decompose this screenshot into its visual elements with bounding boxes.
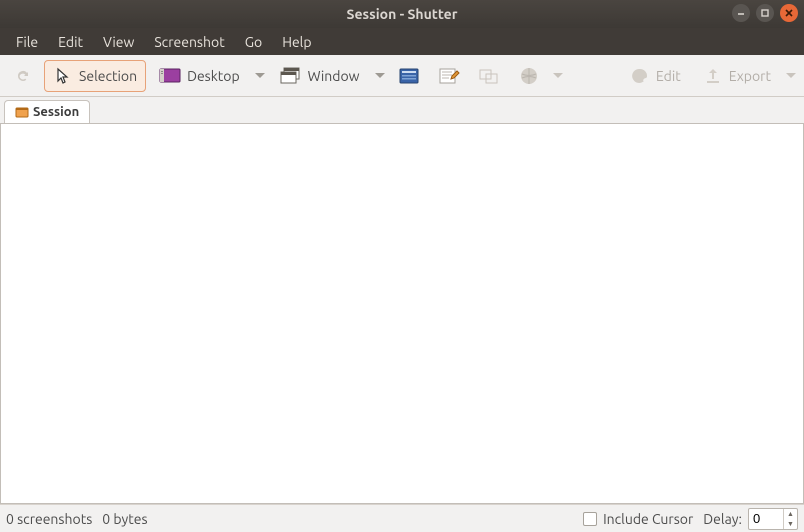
windows-icon — [478, 65, 500, 87]
menu-help[interactable]: Help — [272, 31, 321, 53]
session-icon — [15, 105, 29, 119]
cursor-icon — [53, 66, 73, 86]
palette-icon — [630, 66, 650, 86]
session-content-area — [0, 123, 804, 504]
window-dropdown[interactable] — [373, 73, 387, 79]
desktop-label: Desktop — [187, 68, 240, 84]
close-button[interactable] — [780, 4, 798, 22]
delay-label: Delay: — [703, 511, 742, 527]
delay-up[interactable]: ▲ — [784, 509, 797, 519]
web-capture-button[interactable] — [471, 60, 507, 92]
menu-edit[interactable]: Edit — [48, 31, 93, 53]
status-screenshot-count: 0 screenshots — [6, 511, 92, 527]
menu-file[interactable]: File — [6, 31, 48, 53]
maximize-button[interactable] — [756, 4, 774, 22]
window-icon — [280, 65, 302, 87]
menu-view[interactable]: View — [93, 31, 144, 53]
globe-icon — [518, 65, 540, 87]
desktop-button[interactable]: Desktop — [150, 60, 249, 92]
menubar: File Edit View Screenshot Go Help — [0, 28, 804, 55]
export-dropdown[interactable] — [784, 73, 798, 79]
titlebar: Session - Shutter — [0, 0, 804, 28]
include-cursor-checkbox[interactable]: Include Cursor — [583, 511, 693, 527]
globe-dropdown[interactable] — [551, 73, 565, 79]
export-button[interactable]: Export — [694, 60, 780, 92]
tab-session[interactable]: Session — [4, 100, 90, 123]
tab-session-label: Session — [33, 105, 79, 119]
checkbox-icon — [583, 512, 597, 526]
toolbar: Selection Desktop Window — [0, 55, 804, 97]
status-bytes: 0 bytes — [102, 511, 147, 527]
selection-button[interactable]: Selection — [44, 60, 146, 92]
menu-capture-button[interactable] — [391, 60, 427, 92]
window-controls — [732, 4, 798, 22]
desktop-icon — [159, 65, 181, 87]
tooltip-capture-button[interactable] — [431, 60, 467, 92]
delay-spinbox[interactable]: ▲ ▼ — [748, 508, 798, 530]
export-icon — [703, 66, 723, 86]
window-label: Window — [308, 68, 360, 84]
window-button[interactable]: Window — [271, 60, 369, 92]
delay-input[interactable] — [749, 509, 783, 529]
desktop-dropdown[interactable] — [253, 73, 267, 79]
menu-screenshot[interactable]: Screenshot — [144, 31, 234, 53]
edit-button[interactable]: Edit — [621, 60, 690, 92]
statusbar: 0 screenshots 0 bytes Include Cursor Del… — [0, 504, 804, 532]
tab-bar: Session — [0, 97, 804, 123]
menu-go[interactable]: Go — [235, 31, 272, 53]
toolbar-export-label: Export — [729, 68, 771, 84]
include-cursor-label: Include Cursor — [603, 511, 693, 527]
redo-icon — [13, 66, 33, 86]
redo-button[interactable] — [6, 60, 40, 92]
toolbar-edit-label: Edit — [656, 68, 681, 84]
edit-note-icon — [438, 65, 460, 87]
menu-icon — [398, 65, 420, 87]
minimize-button[interactable] — [732, 4, 750, 22]
globe-button[interactable] — [511, 60, 547, 92]
delay-down[interactable]: ▼ — [784, 519, 797, 529]
window-title: Session - Shutter — [0, 6, 804, 22]
selection-label: Selection — [79, 68, 137, 84]
